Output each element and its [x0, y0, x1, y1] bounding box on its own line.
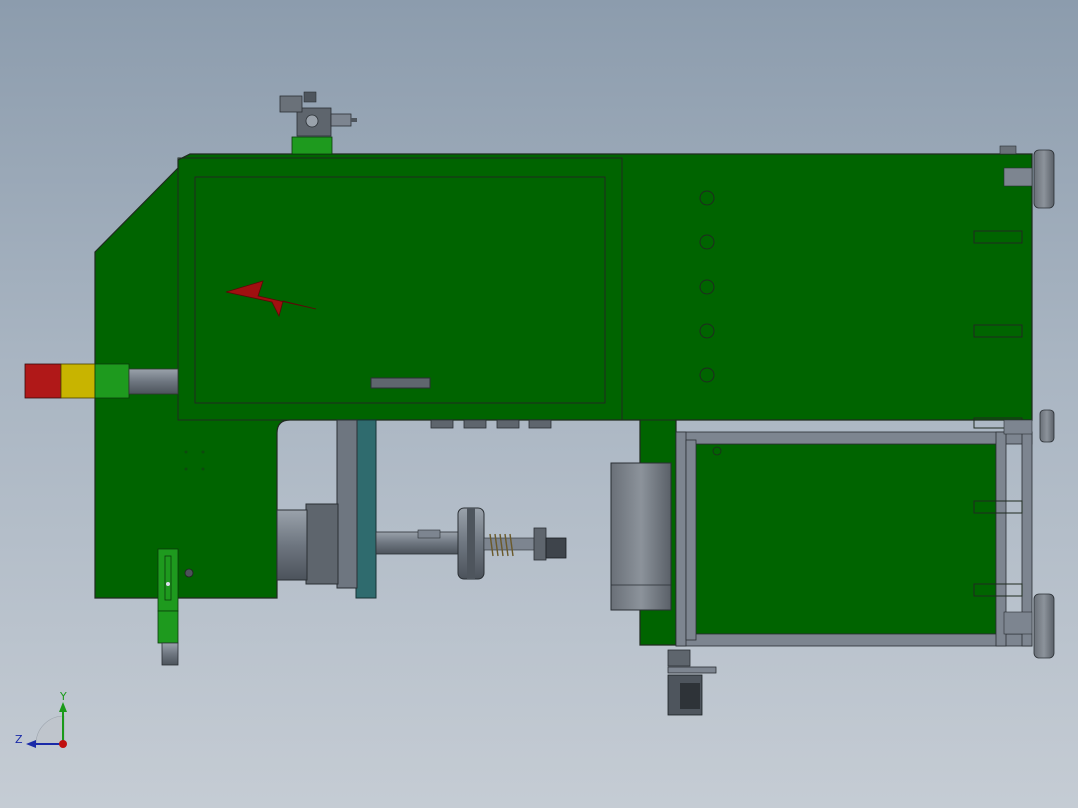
beacon-yellow-segment	[60, 363, 96, 399]
indicator-dot	[184, 568, 194, 578]
valve-actuator	[279, 95, 303, 113]
x-axis-dot	[59, 740, 67, 748]
valve-knob	[305, 114, 319, 128]
lower-frame-cage[interactable]	[667, 431, 1033, 716]
cylinder-body	[276, 509, 308, 581]
triad-arc	[35, 715, 65, 745]
door-handle[interactable]	[370, 377, 431, 389]
drive-cylinder-assembly[interactable]	[276, 419, 567, 599]
mounting-plate	[355, 419, 377, 599]
beacon-green-segment	[94, 363, 130, 399]
mounting-flange	[336, 419, 358, 589]
clamp-bracket	[157, 548, 179, 612]
clamp-lever	[157, 610, 179, 644]
axis-triad: Y Z	[15, 690, 67, 748]
beacon-red-segment	[24, 363, 62, 399]
beacon-mount-pole	[128, 368, 179, 395]
z-axis-label: Z	[15, 733, 23, 746]
drive-motor[interactable]	[610, 462, 672, 611]
signal-tower-light[interactable]	[24, 363, 179, 399]
clamp-lever-assembly[interactable]	[157, 548, 179, 666]
y-axis-label: Y	[59, 690, 67, 703]
support-foot	[667, 649, 691, 667]
top-valve-assembly[interactable]	[279, 91, 357, 155]
cable-glands	[430, 419, 552, 429]
lower-green-panel	[693, 443, 997, 635]
clamp-handle	[161, 642, 179, 666]
cad-viewport[interactable]: Y Z	[0, 0, 1078, 808]
valve-base	[291, 136, 333, 155]
cylinder-housing	[305, 503, 339, 585]
valve-stem	[330, 113, 352, 127]
nozzle-tip	[533, 527, 547, 561]
